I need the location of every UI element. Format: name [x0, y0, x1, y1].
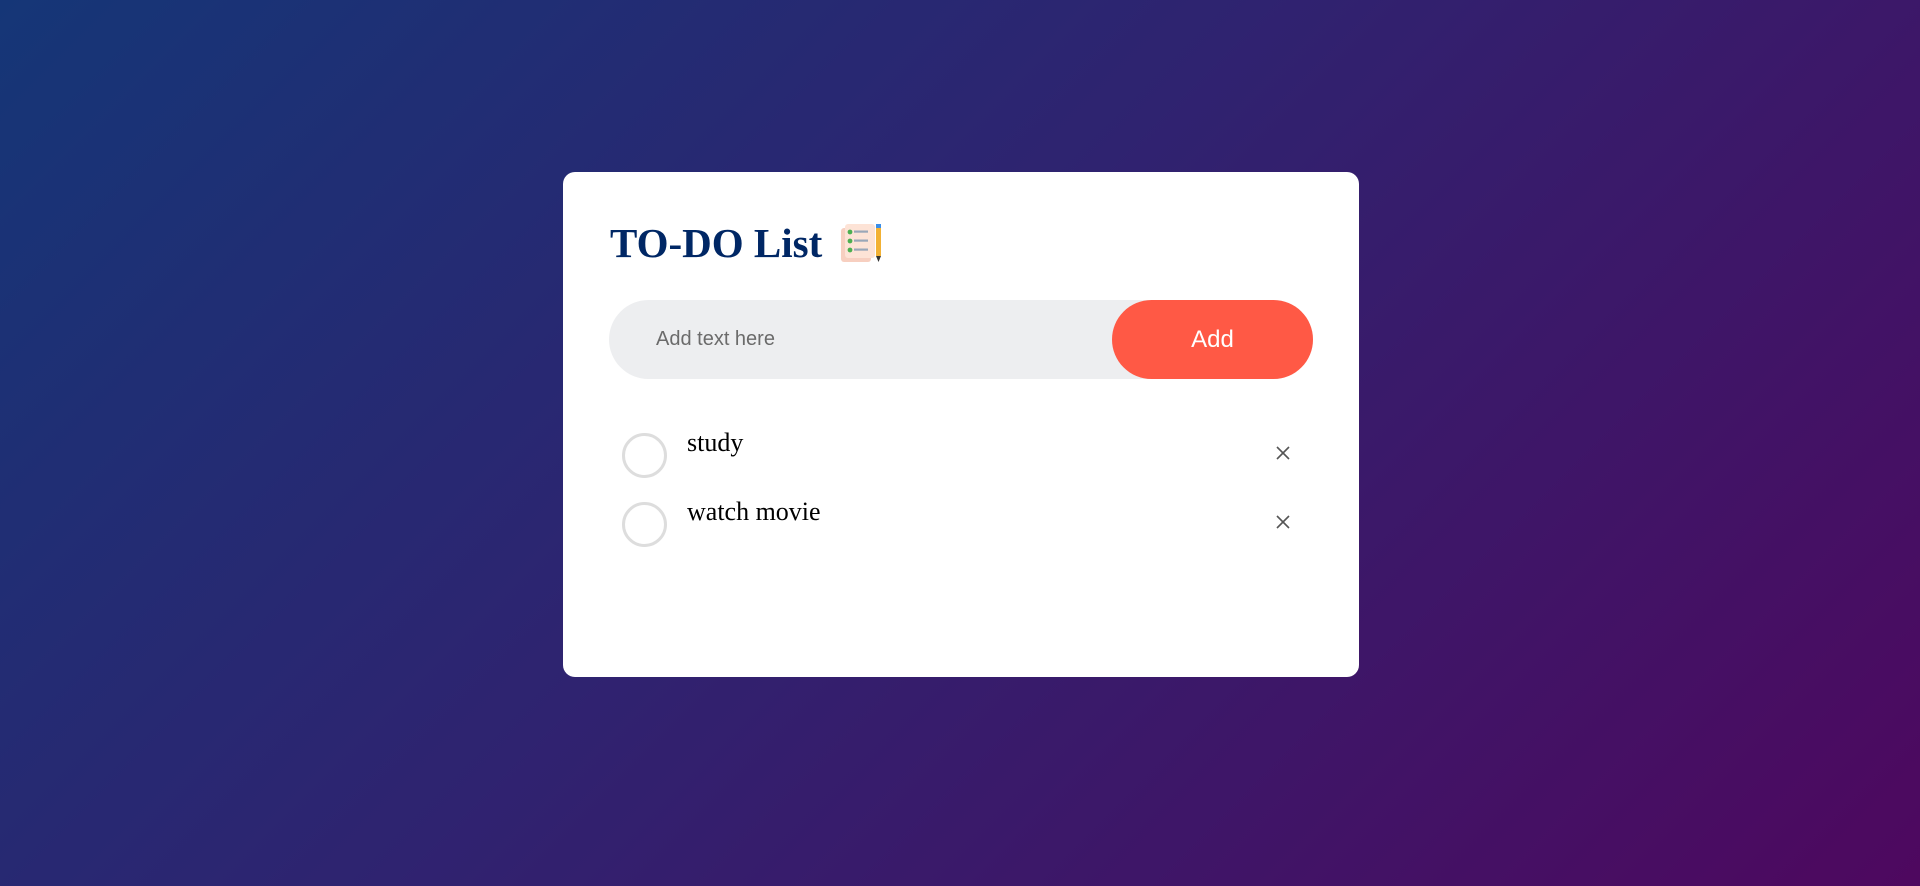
todo-app-card: TO-DO List Add study: [563, 172, 1359, 677]
add-button[interactable]: Add: [1112, 300, 1313, 379]
add-task-row: Add: [609, 300, 1313, 379]
task-list: study watch movie: [609, 421, 1313, 559]
close-icon[interactable]: [1272, 442, 1294, 464]
task-text: study: [687, 428, 744, 457]
task-input[interactable]: [609, 300, 1112, 379]
page-title: TO-DO List: [610, 218, 1313, 268]
unchecked-circle-icon[interactable]: [622, 502, 667, 547]
task-item-watch-movie[interactable]: watch movie: [609, 490, 1313, 559]
task-text: watch movie: [687, 497, 821, 526]
close-icon[interactable]: [1272, 511, 1294, 533]
checklist-notepad-icon: [838, 222, 884, 264]
title-text: TO-DO List: [610, 220, 823, 266]
task-item-study[interactable]: study: [609, 421, 1313, 490]
unchecked-circle-icon[interactable]: [622, 433, 667, 478]
